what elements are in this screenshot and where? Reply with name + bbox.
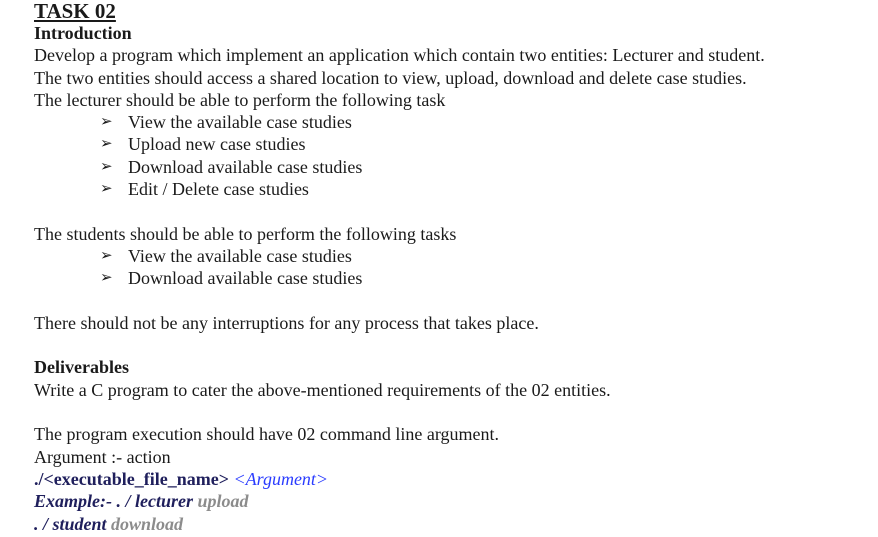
lecturer-task-label: Edit / Delete case studies (128, 179, 309, 200)
student-task-item: ➢ View the available case studies (34, 245, 874, 267)
example1-label: Example:- . / lecturer (34, 491, 193, 512)
student-task-item: ➢ Download available case studies (34, 267, 874, 289)
usage-prefix: ./<executable_file_name> (34, 468, 229, 489)
example-line-1: Example:- . / lecturer upload (34, 490, 874, 512)
lecturer-task-label: Download available case studies (128, 156, 363, 177)
arrow-bullet-icon: ➢ (100, 158, 113, 175)
argument-line: Argument :- action (34, 446, 171, 467)
arrow-bullet-icon: ➢ (100, 181, 113, 198)
student-task-label: Download available case studies (128, 268, 363, 289)
task-document: TASK 02 Introduction Develop a program w… (34, 0, 874, 535)
intro-line-3: The lecturer should be able to perform t… (34, 89, 446, 110)
lecturer-task-label: Upload new case studies (128, 134, 306, 155)
example-line-2: . / student download (34, 513, 874, 535)
lecturer-task-item: ➢ Download available case studies (34, 156, 874, 178)
intro-heading: Introduction (34, 23, 132, 43)
deliverables-text: Write a C program to cater the above-men… (34, 379, 611, 400)
example2-label: . / student (34, 513, 107, 534)
task-title: TASK 02 (34, 0, 116, 23)
lecturer-task-label: View the available case studies (128, 112, 352, 133)
arrow-bullet-icon: ➢ (100, 270, 113, 287)
example1-action: upload (197, 491, 249, 512)
intro-line-1: Develop a program which implement an app… (34, 45, 765, 66)
intro-line-2: The two entities should access a shared … (34, 67, 747, 88)
arrow-bullet-icon: ➢ (100, 247, 113, 264)
lecturer-task-item: ➢ View the available case studies (34, 111, 874, 133)
arrow-bullet-icon: ➢ (100, 136, 113, 153)
deliverables-heading: Deliverables (34, 357, 129, 378)
example2-action: download (111, 513, 184, 534)
students-intro: The students should be able to perform t… (34, 223, 457, 244)
execution-line: The program execution should have 02 com… (34, 424, 500, 445)
usage-line: ./<executable_file_name> <Argument> (34, 468, 874, 490)
arrow-bullet-icon: ➢ (100, 114, 113, 131)
interruption-note: There should not be any interruptions fo… (34, 312, 539, 333)
usage-argument: <Argument> (233, 468, 329, 489)
student-task-label: View the available case studies (128, 245, 352, 266)
lecturer-task-item: ➢ Edit / Delete case studies (34, 178, 874, 200)
lecturer-task-item: ➢ Upload new case studies (34, 133, 874, 155)
